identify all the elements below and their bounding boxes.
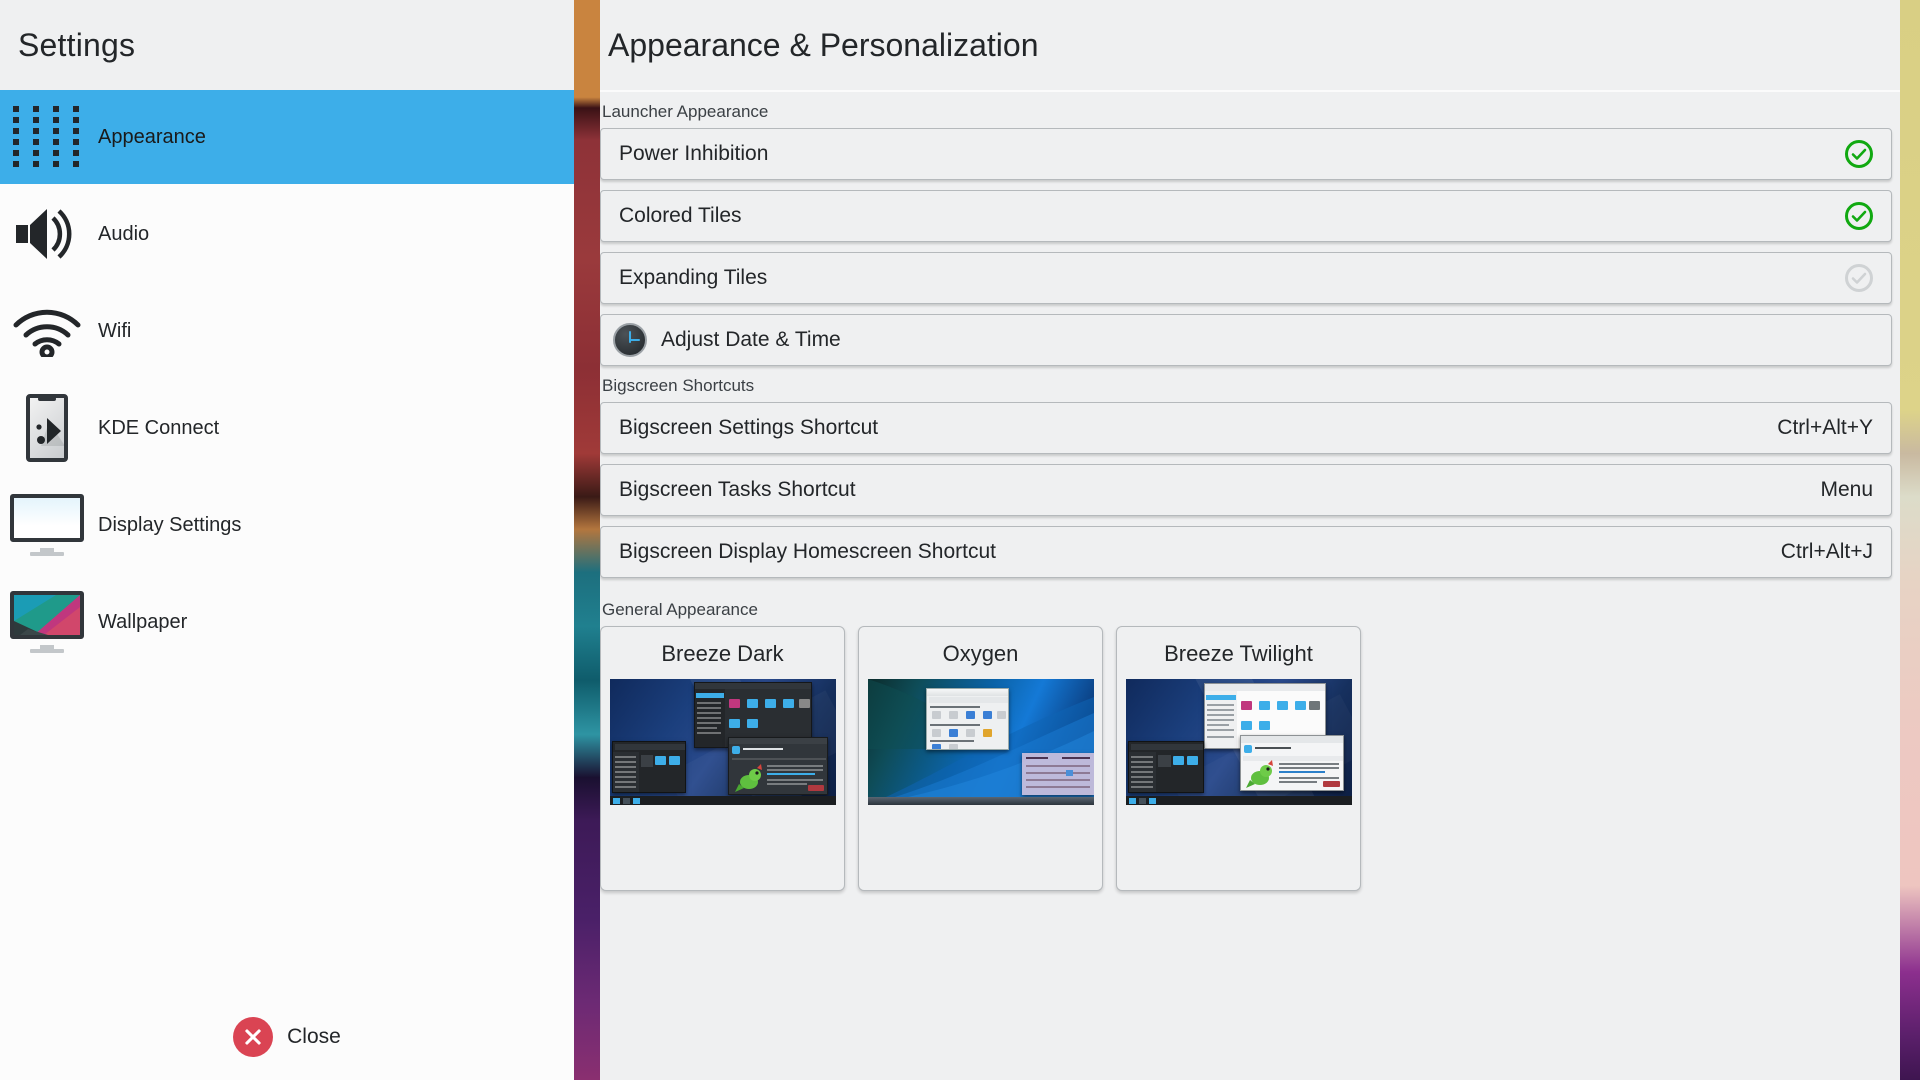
sidebar-item-kde-connect[interactable]: KDE Connect: [0, 381, 574, 475]
theme-card-breeze-dark[interactable]: Breeze Dark: [600, 626, 845, 891]
toggle-row-colored-tiles[interactable]: Colored Tiles: [600, 190, 1892, 242]
sidebar-item-display-settings[interactable]: Display Settings: [0, 478, 574, 572]
theme-card-breeze-twilight[interactable]: Breeze Twilight: [1116, 626, 1361, 891]
shortcut-row-display-homescreen[interactable]: Bigscreen Display Homescreen Shortcut Ct…: [600, 526, 1892, 578]
phone-connect-icon: [8, 389, 86, 467]
shortcut-value: Ctrl+Alt+J: [1780, 540, 1873, 563]
shortcut-row-settings[interactable]: Bigscreen Settings Shortcut Ctrl+Alt+Y: [600, 402, 1892, 454]
check-circle-icon[interactable]: [1845, 140, 1873, 168]
toggle-row-power-inhibition[interactable]: Power Inhibition: [600, 128, 1892, 180]
close-button-label: Close: [287, 1025, 341, 1048]
section-label-launcher: Launcher Appearance: [602, 102, 769, 121]
toggle-label: Power Inhibition: [619, 142, 769, 165]
sidebar-item-label: Audio: [98, 222, 150, 245]
monitor-icon: [8, 486, 86, 564]
wifi-icon: [8, 292, 86, 370]
theme-card-list: Breeze Dark Oxygen Breeze Twilight: [600, 626, 1892, 891]
shortcut-label: Bigscreen Tasks Shortcut: [619, 478, 856, 501]
sidebar-item-appearance[interactable]: Appearance: [0, 90, 574, 184]
sidebar-item-label: Display Settings: [98, 513, 242, 536]
sidebar-item-label: KDE Connect: [98, 416, 220, 439]
clock-icon: [613, 323, 647, 357]
page-title: Settings: [18, 26, 136, 63]
main-content: Launcher Appearance Power Inhibition Col…: [600, 92, 1900, 1080]
monitor-wallpaper-icon: [8, 583, 86, 661]
check-circle-icon[interactable]: [1845, 202, 1873, 230]
action-row-adjust-date-time[interactable]: Adjust Date & Time: [600, 314, 1892, 366]
sidebar-item-wallpaper[interactable]: Wallpaper: [0, 575, 574, 669]
check-circle-icon[interactable]: [1845, 264, 1873, 292]
toggle-label: Colored Tiles: [619, 204, 742, 227]
sidebar-item-label: Wallpaper: [98, 610, 188, 633]
main-title: Appearance & Personalization: [608, 26, 1039, 63]
theme-name: Oxygen: [942, 641, 1019, 666]
settings-sidebar: Settings Appearance Audio Wifi KDE Conne…: [0, 0, 574, 1080]
sidebar-footer: Close: [0, 994, 574, 1080]
main-panel: Appearance & Personalization Launcher Ap…: [600, 0, 1900, 1080]
oxygen-preview: [867, 679, 1094, 805]
shortcut-label: Bigscreen Display Homescreen Shortcut: [619, 540, 996, 563]
section-label-shortcuts: Bigscreen Shortcuts: [602, 376, 755, 395]
theme-name: Breeze Twilight: [1164, 641, 1313, 666]
sidebar-nav-list: Appearance Audio Wifi KDE Connect Displa…: [0, 90, 574, 994]
shortcut-label: Bigscreen Settings Shortcut: [619, 416, 879, 439]
dot-grid-icon: [8, 98, 86, 176]
theme-name: Breeze Dark: [661, 641, 784, 666]
sidebar-item-audio[interactable]: Audio: [0, 187, 574, 281]
close-button[interactable]: Close: [233, 1017, 341, 1057]
sidebar-header: Settings: [0, 0, 574, 90]
toggle-row-expanding-tiles[interactable]: Expanding Tiles: [600, 252, 1892, 304]
action-row-label: Adjust Date & Time: [661, 328, 841, 351]
main-header: Appearance & Personalization: [600, 0, 1900, 92]
toggle-label: Expanding Tiles: [619, 266, 768, 289]
shortcut-value: Ctrl+Alt+Y: [1777, 416, 1873, 439]
shortcut-value: Menu: [1820, 478, 1873, 501]
sidebar-item-wifi[interactable]: Wifi: [0, 284, 574, 378]
shortcut-row-tasks[interactable]: Bigscreen Tasks Shortcut Menu: [600, 464, 1892, 516]
breeze-dark-preview: [609, 679, 836, 805]
theme-card-oxygen[interactable]: Oxygen: [858, 626, 1103, 891]
sidebar-item-label: Wifi: [98, 319, 132, 342]
speaker-icon: [8, 195, 86, 273]
sidebar-item-label: Appearance: [98, 125, 206, 148]
close-circle-icon: [233, 1017, 274, 1057]
section-label-general: General Appearance: [602, 600, 758, 619]
breeze-twilight-preview: [1125, 679, 1352, 805]
